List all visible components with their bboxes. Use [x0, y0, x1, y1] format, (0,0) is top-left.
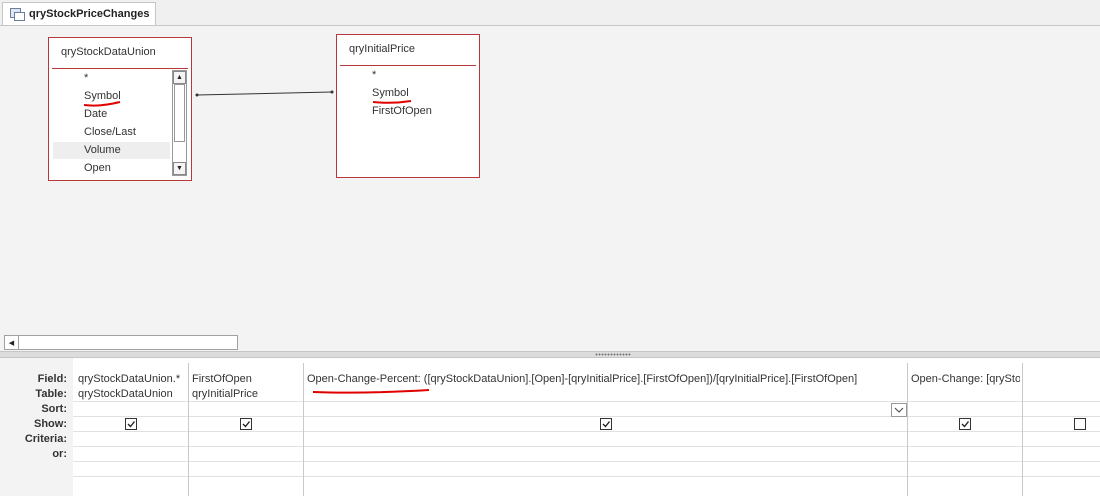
sort-dropdown[interactable] [891, 403, 907, 417]
show-checkbox[interactable] [959, 418, 971, 430]
show-checkbox-unchecked[interactable] [1074, 418, 1086, 430]
grid-row-labels: Field: Table: Sort: Show: Criteria: or: [0, 358, 74, 496]
pane-splitter[interactable] [0, 351, 1100, 358]
document-tab-bar: qryStockPriceChanges [0, 0, 1100, 25]
row-label-or: or: [52, 448, 67, 460]
checkmark-icon [242, 421, 251, 428]
chevron-down-icon [894, 407, 904, 413]
checkmark-icon [127, 421, 136, 428]
show-checkbox[interactable] [600, 418, 612, 430]
table-design-pane[interactable]: qryStockDataUnion * Symbol Date Close/La… [0, 25, 1100, 336]
grid-table-cell[interactable]: qryStockDataUnion [78, 388, 186, 400]
row-label-field: Field: [37, 373, 67, 385]
row-label-sort: Sort: [41, 403, 67, 415]
scroll-left-icon[interactable]: ◀ [5, 336, 19, 349]
grid-table-cell[interactable]: qryInitialPrice [192, 388, 300, 400]
query-icon [10, 8, 25, 21]
grid-field-cell[interactable]: qryStockDataUnion.* [78, 373, 186, 385]
row-label-table: Table: [35, 388, 67, 400]
design-pane-hscrollbar[interactable]: ◀ [4, 335, 238, 350]
row-label-criteria: Criteria: [24, 433, 67, 445]
query-tab[interactable]: qryStockPriceChanges [2, 2, 156, 25]
annotation-underline [312, 389, 430, 394]
query-design-grid: Field: Table: Sort: Show: Criteria: or: … [0, 358, 1100, 496]
query-tab-label: qryStockPriceChanges [29, 8, 150, 20]
annotation-underlines [83, 100, 412, 107]
grid-cells: qryStockDataUnion.* qryStockDataUnion Fi… [73, 358, 1100, 496]
show-checkbox[interactable] [240, 418, 252, 430]
splitter-grip[interactable] [595, 353, 631, 356]
show-checkbox[interactable] [125, 418, 137, 430]
checkmark-icon [961, 421, 970, 428]
row-label-show: Show: [34, 418, 67, 430]
checkmark-icon [602, 421, 611, 428]
grid-field-cell[interactable]: FirstOfOpen [192, 373, 300, 385]
grid-field-cell[interactable]: Open-Change: [qrySto [911, 373, 1020, 385]
